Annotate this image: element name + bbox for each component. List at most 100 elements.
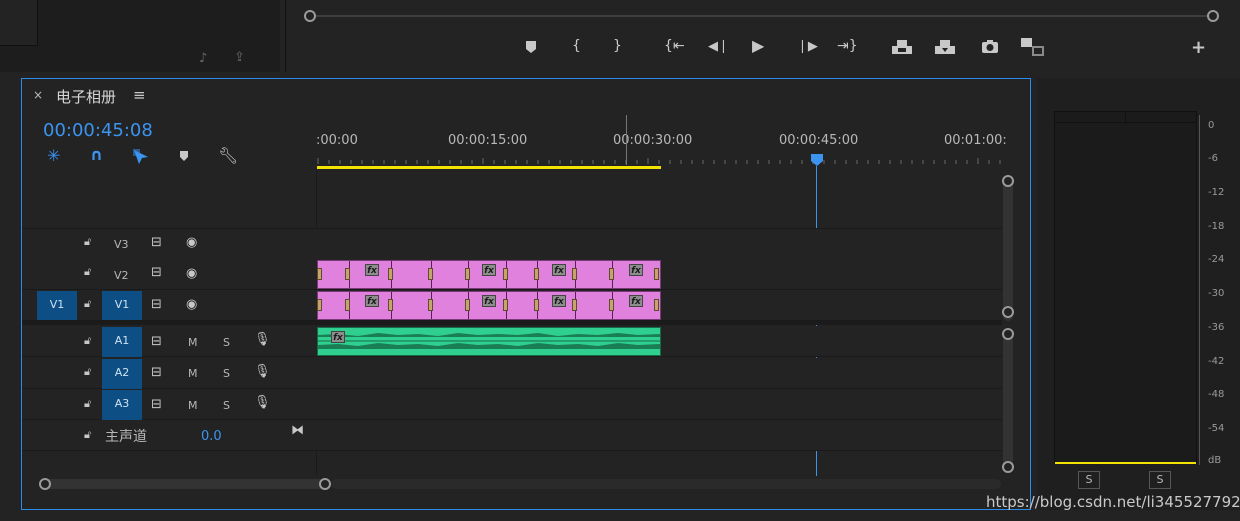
horizontal-scrollbar-headers[interactable]: [39, 479, 331, 489]
extract-icon[interactable]: [934, 38, 956, 59]
track-row-a3: [22, 389, 1002, 420]
scrubber-end-knob[interactable]: [1207, 10, 1219, 22]
export-icon[interactable]: ⇪: [234, 51, 245, 64]
fx-badge[interactable]: fx: [365, 264, 379, 276]
lift-icon[interactable]: [891, 38, 913, 59]
mute-button[interactable]: M: [188, 367, 198, 380]
scrollbar-knob[interactable]: [1002, 306, 1014, 318]
meter-scale-label: 0: [1208, 120, 1215, 131]
compare-icon[interactable]: [1020, 37, 1046, 60]
meter-scale-label: -42: [1208, 356, 1225, 367]
scrubber-start-knob[interactable]: [304, 10, 316, 22]
wrench-icon[interactable]: 🔧︎: [218, 148, 238, 164]
sync-lock-icon[interactable]: ⊟: [151, 398, 162, 411]
audio-meter-topbar: [1054, 122, 1197, 123]
go-to-out-icon[interactable]: ⇥}: [837, 39, 858, 53]
fx-badge[interactable]: fx: [331, 331, 345, 343]
solo-right-button[interactable]: S: [1149, 471, 1171, 489]
clip-edge: [345, 268, 350, 280]
ruler-label: 00:00:45:00: [779, 133, 859, 148]
lock-icon[interactable]: 🔓︎: [84, 236, 91, 247]
play-icon[interactable]: ▶: [752, 38, 764, 54]
track-name-v2[interactable]: V2: [114, 269, 129, 282]
sync-lock-icon[interactable]: ⊟: [151, 335, 162, 348]
eye-icon[interactable]: ◉: [186, 267, 197, 280]
scrollbar-knob[interactable]: [1002, 175, 1014, 187]
track-name-v3[interactable]: V3: [114, 238, 129, 251]
microphone-icon[interactable]: 🎙︎: [254, 333, 271, 346]
sync-lock-icon[interactable]: ⊟: [151, 298, 162, 311]
eye-icon[interactable]: ◉: [186, 236, 197, 249]
mark-in-icon[interactable]: {: [572, 39, 581, 53]
go-to-in-icon[interactable]: {⇤: [664, 39, 685, 53]
mute-button[interactable]: M: [188, 336, 198, 349]
export-frame-icon[interactable]: [981, 39, 999, 57]
close-tab-icon[interactable]: ×: [33, 88, 43, 102]
step-forward-icon[interactable]: ❘▶: [797, 40, 818, 53]
track-row-master: [22, 420, 1002, 451]
go-to-next-edit-icon[interactable]: ⧓: [291, 424, 304, 437]
master-track-label: 主声道: [105, 429, 147, 445]
master-volume-value[interactable]: 0.0: [201, 429, 222, 444]
eye-icon[interactable]: ◉: [186, 298, 197, 311]
lock-icon[interactable]: 🔓︎: [84, 398, 91, 409]
fx-badge[interactable]: fx: [365, 295, 379, 307]
scrollbar-knob[interactable]: [319, 478, 331, 490]
sync-lock-icon[interactable]: ⊟: [151, 366, 162, 379]
nest-sequence-icon[interactable]: ✳: [47, 148, 60, 164]
scrollbar-knob[interactable]: [1002, 461, 1014, 473]
audio-only-icon[interactable]: ♪: [199, 52, 207, 65]
sequence-tab-title[interactable]: 电子相册: [56, 86, 116, 107]
fx-badge[interactable]: fx: [482, 264, 496, 276]
lock-icon[interactable]: 🔓︎: [84, 266, 91, 277]
fx-badge[interactable]: fx: [552, 264, 566, 276]
add-button-icon[interactable]: +: [1191, 39, 1206, 57]
fx-badge[interactable]: fx: [482, 295, 496, 307]
mute-button[interactable]: M: [188, 399, 198, 412]
track-target-a3[interactable]: A3: [102, 390, 142, 420]
fx-badge[interactable]: fx: [629, 295, 643, 307]
lock-icon[interactable]: 🔓︎: [84, 298, 91, 309]
solo-button[interactable]: S: [223, 399, 230, 412]
playhead-handle[interactable]: [810, 153, 824, 170]
clip-edge: [388, 299, 393, 311]
fx-badge[interactable]: fx: [629, 264, 643, 276]
lock-icon[interactable]: 🔓︎: [84, 335, 91, 346]
work-area-bar[interactable]: [317, 166, 661, 169]
scrollbar-knob[interactable]: [1002, 328, 1014, 340]
source-patch-v1[interactable]: V1: [37, 291, 77, 320]
vertical-scrollbar-video[interactable]: [1003, 175, 1013, 321]
solo-button[interactable]: S: [223, 336, 230, 349]
snap-icon[interactable]: ∩: [90, 147, 103, 163]
panel-menu-icon[interactable]: ≡: [133, 86, 146, 104]
clip-edge: [345, 299, 350, 311]
program-scrubber[interactable]: [304, 10, 1219, 22]
microphone-icon[interactable]: 🎙︎: [254, 365, 271, 378]
microphone-icon[interactable]: 🎙︎: [254, 396, 271, 409]
step-back-icon[interactable]: ◀❘: [708, 40, 729, 53]
fx-badge[interactable]: fx: [552, 295, 566, 307]
sync-lock-icon[interactable]: ⊟: [151, 266, 162, 279]
lock-icon[interactable]: 🔓︎: [84, 429, 91, 440]
scrollbar-knob[interactable]: [39, 478, 51, 490]
track-target-a2[interactable]: A2: [102, 359, 142, 389]
clip-edge: [428, 268, 433, 280]
horizontal-scrollbar-timeline[interactable]: [331, 479, 1001, 489]
clip-edge: [503, 299, 508, 311]
timeline-marker-icon[interactable]: [179, 150, 189, 165]
lock-icon[interactable]: 🔓︎: [84, 366, 91, 377]
solo-button[interactable]: S: [223, 367, 230, 380]
meter-scale-label: -24: [1208, 254, 1225, 265]
clip-edge: [654, 268, 659, 280]
add-marker-icon[interactable]: [525, 40, 537, 57]
track-target-v1[interactable]: V1: [102, 291, 142, 320]
playhead-timecode[interactable]: 00:00:45:08: [43, 120, 153, 141]
linked-selection-icon[interactable]: [132, 148, 152, 169]
track-row-a2: [22, 358, 1002, 389]
video-audio-divider: [22, 321, 1002, 325]
sync-lock-icon[interactable]: ⊟: [151, 236, 162, 249]
solo-left-button[interactable]: S: [1078, 471, 1100, 489]
track-target-a1[interactable]: A1: [102, 327, 142, 357]
vertical-scrollbar-audio[interactable]: [1003, 328, 1013, 473]
mark-out-icon[interactable]: }: [613, 39, 622, 53]
